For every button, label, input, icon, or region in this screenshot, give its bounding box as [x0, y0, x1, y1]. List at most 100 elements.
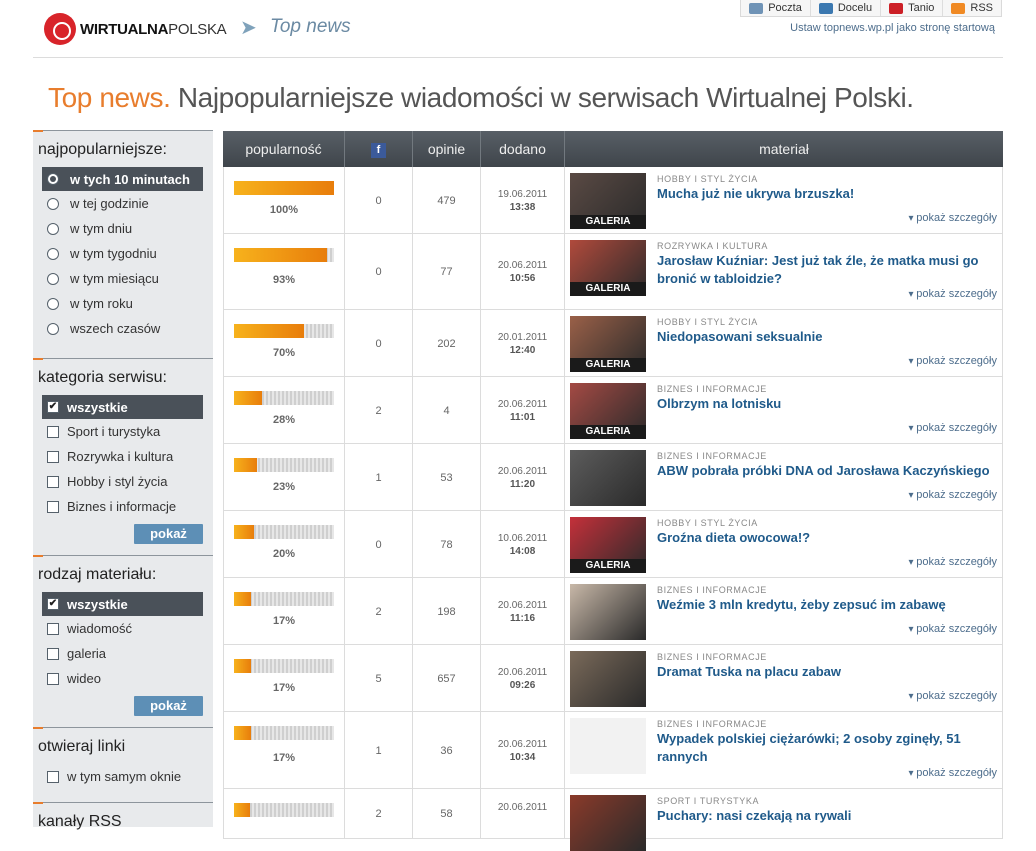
- article-title-link[interactable]: Mucha już nie ukrywa brzuszka!: [657, 185, 998, 203]
- material-cell: BIZNES I INFORMACJE Weźmie 3 mln kredytu,…: [565, 578, 1002, 644]
- article-thumbnail[interactable]: [570, 584, 646, 640]
- col-popularity[interactable]: popularność: [223, 131, 345, 167]
- article-title-link[interactable]: ABW pobrała próbki DNA od Jarosława Kacz…: [657, 462, 998, 480]
- toplink-docelu[interactable]: Docelu: [809, 0, 880, 16]
- popular-option[interactable]: w tym tygodniu: [33, 241, 213, 266]
- checkbox[interactable]: ✔: [47, 401, 59, 413]
- article-title-link[interactable]: Olbrzym na lotnisku: [657, 395, 998, 413]
- popular-option[interactable]: w tym dniu: [33, 216, 213, 241]
- wp-logo[interactable]: WIRTUALNAPOLSKA: [44, 12, 227, 46]
- material-cell: BIZNES I INFORMACJE ABW pobrała próbki DN…: [565, 444, 1002, 510]
- article-title-link[interactable]: Puchary: nasi czekają na rywali: [657, 807, 998, 825]
- article-thumbnail[interactable]: GALERIA: [570, 173, 646, 229]
- article-category: BIZNES I INFORMACJE: [657, 652, 767, 662]
- article-thumbnail[interactable]: [570, 718, 646, 774]
- category-option[interactable]: Rozrywka i kultura: [33, 444, 213, 469]
- show-details-link[interactable]: pokaż szczegóły: [908, 489, 997, 501]
- popularity-percent: 100%: [269, 204, 299, 216]
- material-show-button[interactable]: pokaż: [134, 696, 203, 716]
- show-details-link[interactable]: pokaż szczegóły: [908, 690, 997, 702]
- checkbox[interactable]: [47, 500, 59, 513]
- gallery-badge: GALERIA: [570, 282, 646, 296]
- header: WIRTUALNAPOLSKA ➤ Top news Poczta Docelu T…: [0, 0, 1036, 58]
- category-option[interactable]: Biznes i informacje: [33, 494, 213, 519]
- checkbox[interactable]: [47, 672, 59, 685]
- radio-button[interactable]: [47, 197, 59, 210]
- article-thumbnail[interactable]: [570, 450, 646, 506]
- article-thumbnail[interactable]: GALERIA: [570, 240, 646, 296]
- checkbox[interactable]: [47, 450, 59, 463]
- radio-button[interactable]: [47, 322, 59, 335]
- col-facebook[interactable]: f: [345, 131, 413, 167]
- show-details-link[interactable]: pokaż szczegóły: [908, 355, 997, 367]
- article-title-link[interactable]: Niedopasowani seksualnie: [657, 328, 998, 346]
- checkbox[interactable]: ✔: [47, 598, 59, 610]
- show-details-link[interactable]: pokaż szczegóły: [908, 767, 997, 779]
- article-thumbnail[interactable]: GALERIA: [570, 517, 646, 573]
- article-thumbnail[interactable]: GALERIA: [570, 383, 646, 439]
- radio-button[interactable]: [47, 222, 59, 235]
- popular-option[interactable]: w tym miesiącu: [33, 266, 213, 291]
- checkbox[interactable]: [47, 622, 59, 635]
- radio-button[interactable]: [47, 272, 59, 285]
- opinions-count[interactable]: 4: [413, 405, 480, 417]
- opinions-count[interactable]: 77: [413, 266, 480, 278]
- links-option[interactable]: w tym samym oknie: [33, 764, 213, 789]
- article-title-link[interactable]: Weźmie 3 mln kredytu, żeby zepsuć im zab…: [657, 596, 998, 614]
- article-thumbnail[interactable]: GALERIA: [570, 316, 646, 372]
- article-title-link[interactable]: Jarosław Kuźniar: Jest już tak źle, że m…: [657, 252, 998, 288]
- radio-button[interactable]: [47, 247, 59, 260]
- added-day: 20.01.2011: [497, 331, 548, 343]
- article-title-link[interactable]: Groźna dieta owocowa!?: [657, 529, 998, 547]
- opinions-count[interactable]: 78: [413, 539, 480, 551]
- show-details-link[interactable]: pokaż szczegóły: [908, 623, 997, 635]
- popularity-percent: 17%: [272, 752, 296, 764]
- category-option[interactable]: ✔ wszystkie: [42, 395, 203, 419]
- article-thumbnail[interactable]: [570, 651, 646, 707]
- material-option[interactable]: wiadomość: [33, 616, 213, 641]
- opinions-count[interactable]: 479: [413, 195, 480, 207]
- material-option[interactable]: ✔ wszystkie: [42, 592, 203, 616]
- radio-button[interactable]: [47, 297, 59, 310]
- show-details-link[interactable]: pokaż szczegóły: [908, 212, 997, 224]
- article-title-link[interactable]: Wypadek polskiej ciężarówki; 2 osoby zgi…: [657, 730, 998, 766]
- toplink-tanio[interactable]: Tanio: [880, 0, 942, 16]
- category-option[interactable]: Sport i turystyka: [33, 419, 213, 444]
- material-option[interactable]: wideo: [33, 666, 213, 691]
- col-added[interactable]: dodano: [481, 131, 565, 167]
- material-option[interactable]: galeria: [33, 641, 213, 666]
- topnews-brand[interactable]: ➤ Top news: [240, 16, 351, 38]
- show-details-link[interactable]: pokaż szczegóły: [908, 288, 997, 300]
- show-details-link[interactable]: pokaż szczegóły: [908, 556, 997, 568]
- facebook-count: 2: [375, 808, 382, 820]
- checkbox[interactable]: [47, 770, 59, 783]
- wp-logo-icon: [44, 13, 76, 45]
- show-details-link[interactable]: pokaż szczegóły: [908, 422, 997, 434]
- article-thumbnail[interactable]: [570, 795, 646, 851]
- facebook-cell: 0: [345, 511, 413, 577]
- popular-option[interactable]: w tych 10 minutach: [42, 167, 203, 191]
- popular-option[interactable]: w tej godzinie: [33, 191, 213, 216]
- checkbox[interactable]: [47, 425, 59, 438]
- opinions-count[interactable]: 53: [413, 472, 480, 484]
- toplink-rss[interactable]: RSS: [942, 0, 1001, 16]
- opinions-count[interactable]: 657: [413, 673, 480, 685]
- set-startpage-link[interactable]: Ustaw topnews.wp.pl jako stronę startową: [790, 22, 995, 34]
- article-title-link[interactable]: Dramat Tuska na placu zabaw: [657, 663, 998, 681]
- opinions-count[interactable]: 58: [413, 808, 480, 820]
- checkbox[interactable]: [47, 647, 59, 660]
- opinions-count[interactable]: 36: [413, 745, 480, 757]
- col-opinions[interactable]: opinie: [413, 131, 481, 167]
- category-option[interactable]: Hobby i styl życia: [33, 469, 213, 494]
- added-cell: 20.06.2011 10:34: [481, 712, 565, 788]
- category-show-button[interactable]: pokaż: [134, 524, 203, 544]
- radio-button[interactable]: [47, 173, 59, 185]
- facebook-count: 0: [375, 194, 382, 207]
- popularity-bar: [234, 726, 334, 740]
- checkbox[interactable]: [47, 475, 59, 488]
- popular-option[interactable]: wszech czasów: [33, 316, 213, 341]
- opinions-count[interactable]: 202: [413, 338, 480, 350]
- opinions-count[interactable]: 198: [413, 606, 480, 618]
- toplink-poczta[interactable]: Poczta: [741, 0, 810, 16]
- popular-option[interactable]: w tym roku: [33, 291, 213, 316]
